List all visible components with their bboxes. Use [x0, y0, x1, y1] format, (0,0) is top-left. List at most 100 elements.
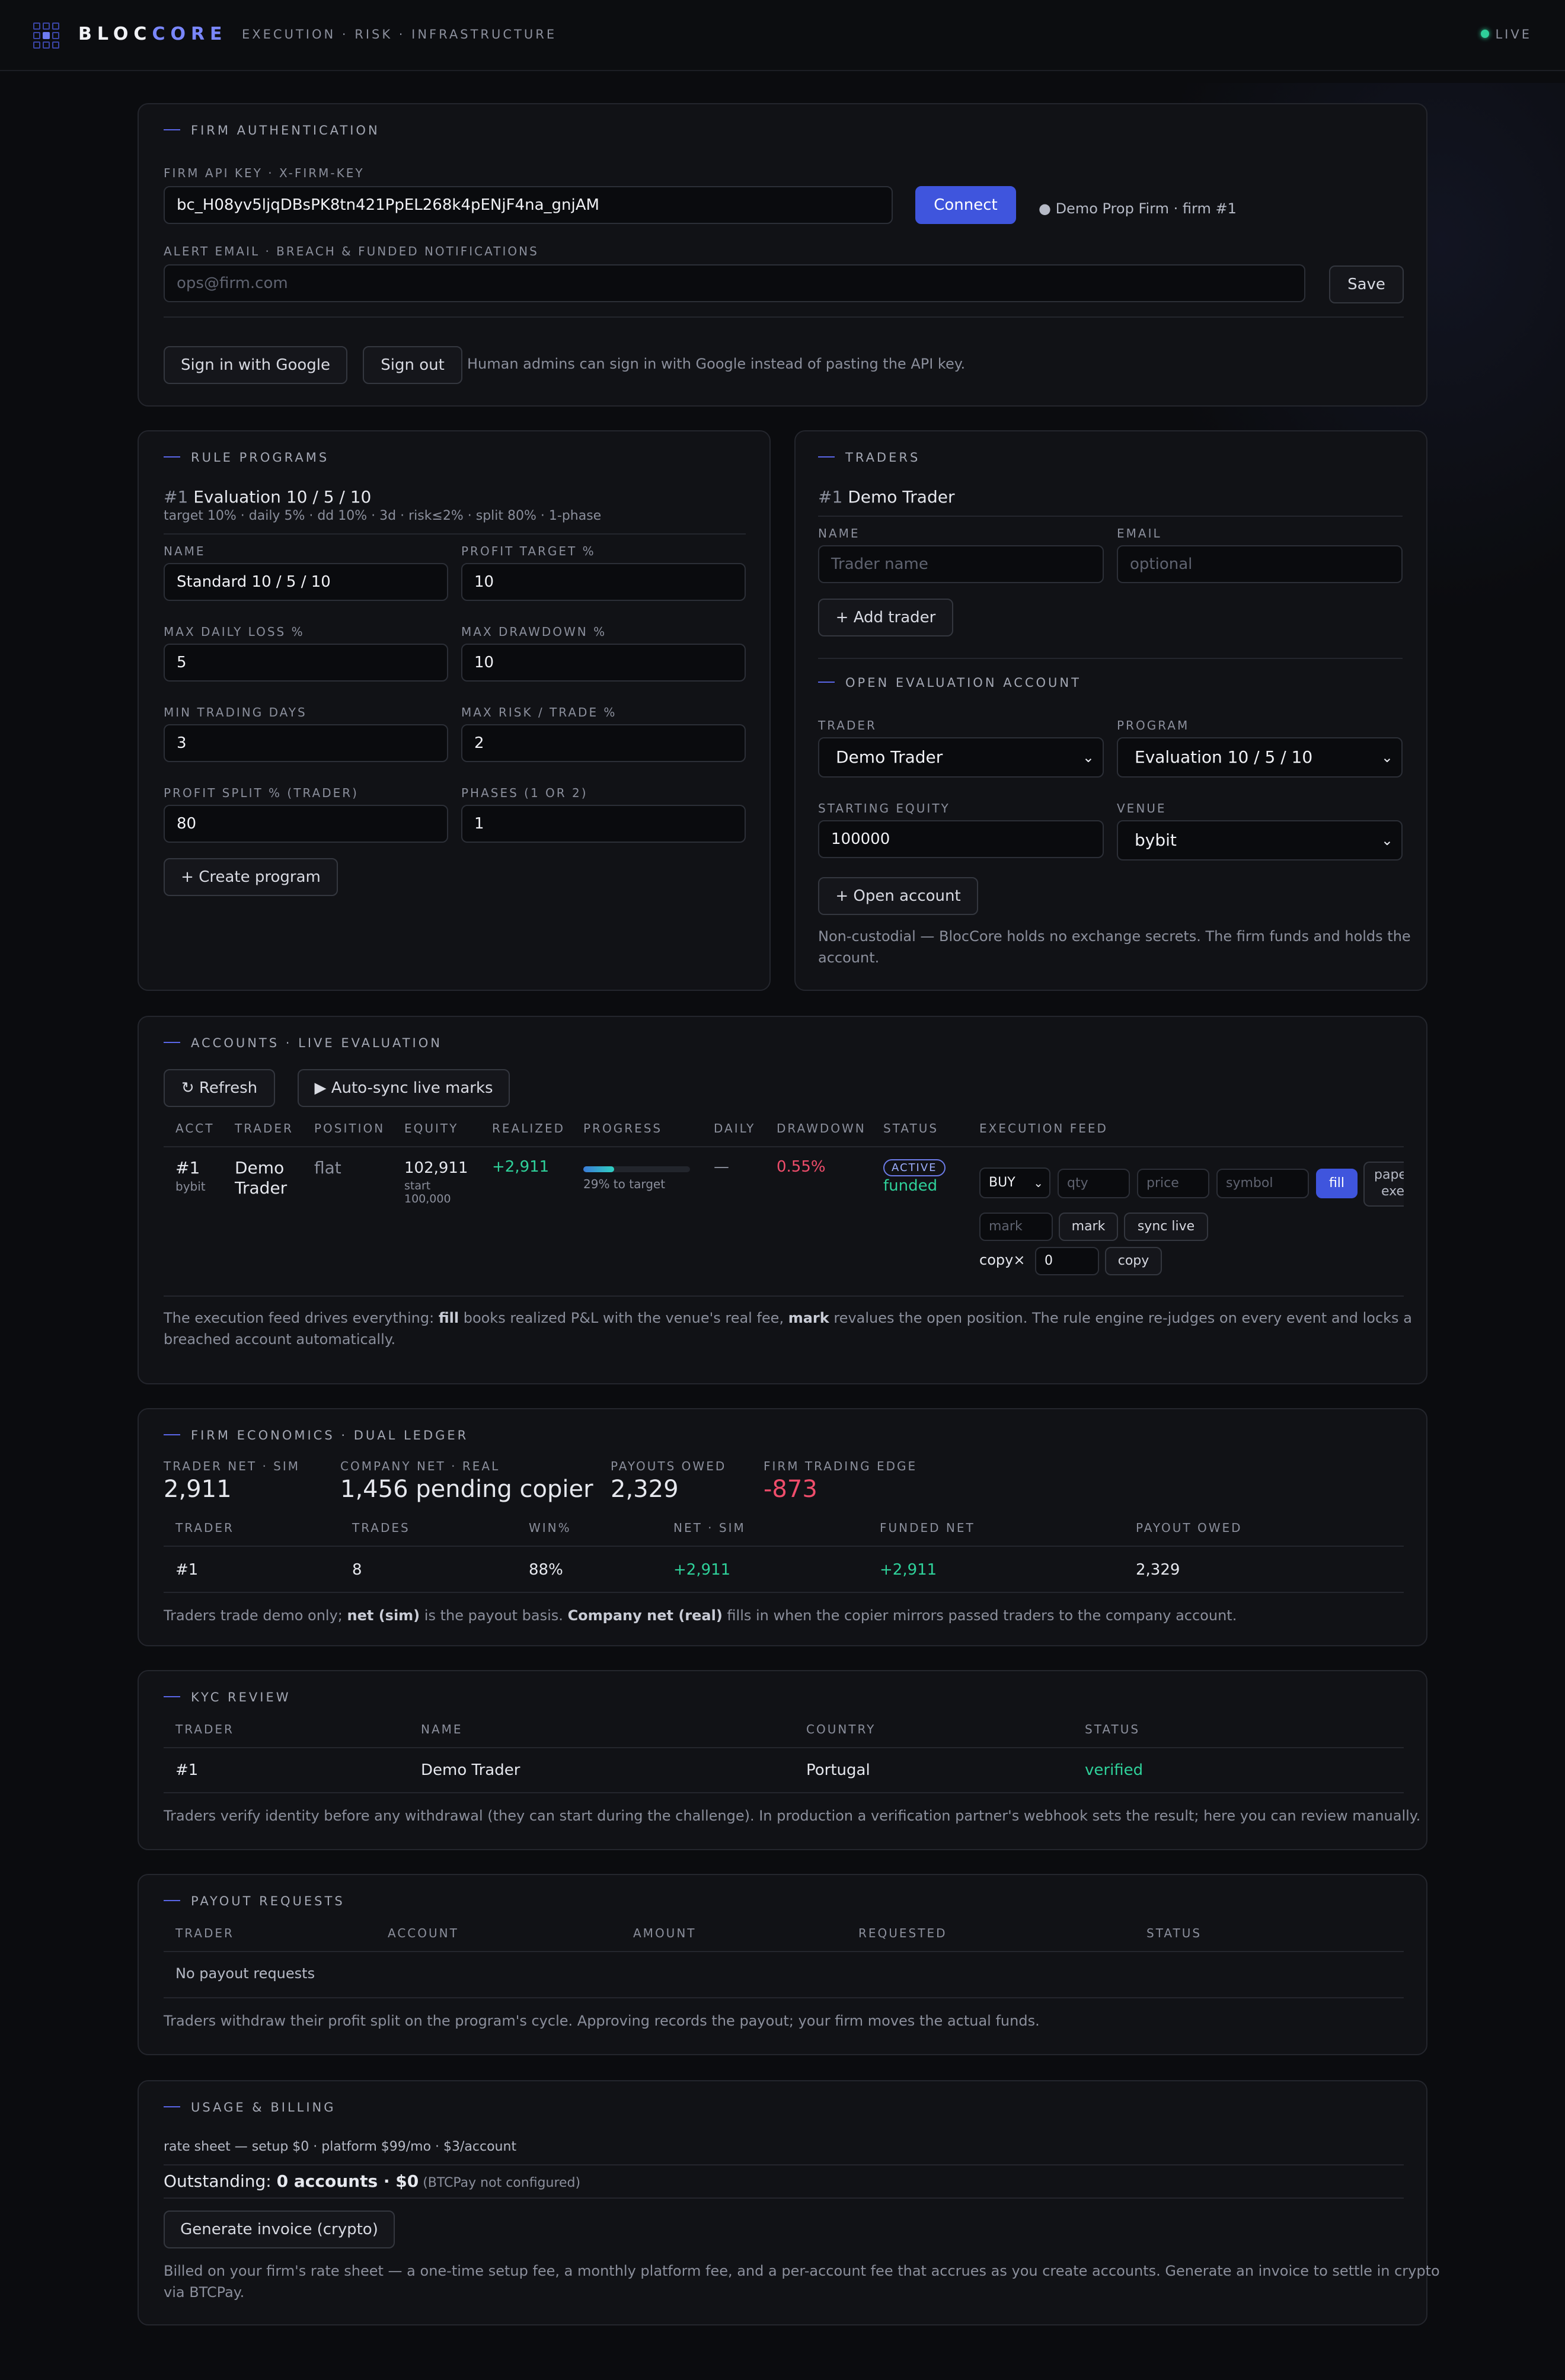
signin-hint: Human admins can sign in with Google ins… — [467, 356, 966, 372]
profit-target-label: PROFIT TARGET % — [461, 544, 596, 558]
brand-part1: BLOC — [78, 24, 152, 44]
acct-status: funded — [883, 1177, 938, 1195]
max-drawdown-input[interactable]: 10 — [461, 644, 746, 682]
econ-note: Traders trade demo only; net (sim) is th… — [164, 1607, 1237, 1624]
section-title: FIRM AUTHENTICATION — [164, 123, 380, 137]
tagline: EXECUTION · RISK · INFRASTRUCTURE — [242, 27, 557, 41]
profit-split-input[interactable]: 80 — [164, 805, 448, 843]
billing-note-line1: Billed on your firm's rate sheet — a one… — [164, 2263, 1440, 2279]
trader-name-input[interactable]: Trader name — [818, 545, 1104, 583]
rate-sheet: rate sheet — setup $0 · platform $99/mo … — [164, 2139, 517, 2154]
column-header: STATUS — [883, 1121, 939, 1135]
add-trader-button[interactable]: + Add trader — [818, 599, 953, 636]
section-title: KYC REVIEW — [164, 1690, 291, 1704]
trader-entry[interactable]: #1 Demo Trader — [818, 487, 954, 507]
billing-card: USAGE & BILLING rate sheet — setup $0 · … — [138, 2080, 1440, 2325]
sync-live-button[interactable]: sync live — [1124, 1213, 1208, 1241]
open-account-button[interactable]: + Open account — [818, 877, 978, 915]
program-entry[interactable]: #1 Evaluation 10 / 5 / 10 — [164, 487, 371, 507]
brand-name: BLOCCORE — [78, 24, 228, 44]
progress-label: 29% to target — [583, 1177, 666, 1191]
stat-label: TRADER NET · SIM — [164, 1459, 301, 1473]
column-header: TRADER — [175, 1722, 234, 1736]
profit-target-input[interactable]: 10 — [461, 563, 746, 601]
section-title: ACCOUNTS · LIVE EVALUATION — [164, 1036, 442, 1050]
column-header: TRADER — [175, 1926, 234, 1940]
google-signin-button[interactable]: Sign in with Google — [164, 346, 347, 384]
create-program-button[interactable]: + Create program — [164, 858, 338, 896]
payouts-owed-value: 2,329 — [611, 1476, 679, 1503]
firm-economics-card: FIRM ECONOMICS · DUAL LEDGER TRADER NET … — [138, 1408, 1427, 1646]
brand-part2: CORE — [152, 24, 228, 44]
trader-name-label: NAME — [818, 526, 860, 540]
connect-button[interactable]: Connect — [915, 186, 1016, 224]
program-select[interactable]: Evaluation 10 / 5 / 10 ⌄ — [1117, 737, 1403, 778]
venue-select[interactable]: bybit ⌄ — [1117, 820, 1403, 860]
cell: #1 — [175, 1761, 199, 1779]
refresh-button[interactable]: ↻ Refresh — [164, 1069, 275, 1107]
min-trading-days-input[interactable]: 3 — [164, 724, 448, 762]
cell: +2,911 — [880, 1561, 937, 1579]
section-title: USAGE & BILLING — [164, 2100, 336, 2115]
column-header: FUNDED NET — [880, 1521, 975, 1535]
company-net-value: 1,456 pending copier — [340, 1476, 593, 1503]
acct-trader-line2: Trader — [235, 1178, 288, 1198]
status-badge: ACTIVE — [883, 1159, 946, 1176]
phases-label: PHASES (1 OR 2) — [461, 786, 588, 800]
custody-note-line2: account. — [818, 949, 880, 966]
program-select-label: PROGRAM — [1117, 718, 1190, 732]
acct-start-value: 100,000 — [404, 1192, 451, 1205]
trader-select[interactable]: Demo Trader ⌄ — [818, 737, 1104, 778]
fill-button[interactable]: fill — [1316, 1169, 1358, 1198]
copy-multiplier-input[interactable]: 0 — [1035, 1247, 1099, 1275]
starting-equity-label: STARTING EQUITY — [818, 801, 950, 815]
generate-invoice-button[interactable]: Generate invoice (crypto) — [164, 2211, 395, 2248]
program-name-input[interactable]: Standard 10 / 5 / 10 — [164, 563, 448, 601]
column-header: REQUESTED — [858, 1926, 947, 1940]
chevron-down-icon: ⌄ — [1033, 1176, 1043, 1190]
trader-email-input[interactable]: optional — [1117, 545, 1403, 583]
divider — [164, 1546, 1404, 1547]
rule-programs-card: RULE PROGRAMS #1 Evaluation 10 / 5 / 10 … — [138, 430, 771, 991]
live-dot-icon — [1481, 30, 1490, 38]
stat-label: COMPANY NET · REAL — [340, 1459, 500, 1473]
open-account-title: OPEN EVALUATION ACCOUNT — [818, 676, 1081, 690]
accounts-card: ACCOUNTS · LIVE EVALUATION ↻ Refresh ▶ A… — [138, 1016, 1427, 1384]
qty-input[interactable]: qty — [1058, 1169, 1130, 1198]
traders-card: TRADERS #1 Demo Trader NAME Trader name … — [794, 430, 1427, 991]
side-select[interactable]: BUY ⌄ — [979, 1167, 1050, 1198]
top-bar: BLOCCORE EXECUTION · RISK · INFRASTRUCTU… — [0, 0, 1565, 71]
divider — [164, 316, 1404, 318]
kyc-card: KYC REVIEW TRADER NAME COUNTRY STATUS #1… — [138, 1670, 1427, 1850]
symbol-input[interactable]: symbol — [1216, 1169, 1309, 1198]
api-key-input[interactable]: bc_H08yv5ljqDBsPK8tn421PpEL268k4pENjF4na… — [164, 186, 893, 224]
alert-email-input[interactable]: ops@firm.com — [164, 264, 1305, 302]
phases-input[interactable]: 1 — [461, 805, 746, 843]
outstanding: Outstanding: 0 accounts · $0 (BTCPay not… — [164, 2171, 581, 2191]
price-input[interactable]: price — [1137, 1169, 1209, 1198]
venue-select-label: VENUE — [1117, 801, 1167, 815]
feed-note-line1: The execution feed drives everything: fi… — [164, 1310, 1412, 1326]
max-risk-input[interactable]: 2 — [461, 724, 746, 762]
profit-split-label: PROFIT SPLIT % (TRADER) — [164, 786, 359, 800]
copy-button[interactable]: copy — [1105, 1247, 1162, 1275]
cell: +2,911 — [673, 1561, 731, 1579]
divider — [818, 516, 1403, 517]
firm-auth-card: FIRM AUTHENTICATION FIRM API KEY · X-FIR… — [138, 103, 1427, 407]
trader-net-value: 2,911 — [164, 1476, 232, 1503]
column-header: NAME — [421, 1722, 463, 1736]
paper-exec-button[interactable]: pape exec — [1363, 1162, 1404, 1207]
signout-button[interactable]: Sign out — [363, 346, 462, 384]
mark-button[interactable]: mark — [1059, 1213, 1118, 1241]
max-daily-loss-input[interactable]: 5 — [164, 644, 448, 682]
feed-note-line2: breached account automatically. — [164, 1331, 396, 1348]
cell: Portugal — [806, 1761, 870, 1779]
starting-equity-input[interactable]: 100000 — [818, 820, 1104, 858]
column-header: COUNTRY — [806, 1722, 876, 1736]
autosync-button[interactable]: ▶ Auto-sync live marks — [298, 1069, 510, 1107]
progress-fill — [583, 1166, 615, 1172]
save-button[interactable]: Save — [1329, 265, 1404, 303]
billing-note-line2: via BTCPay. — [164, 2284, 245, 2301]
mark-input[interactable]: mark — [979, 1213, 1053, 1241]
divider — [164, 1747, 1404, 1748]
